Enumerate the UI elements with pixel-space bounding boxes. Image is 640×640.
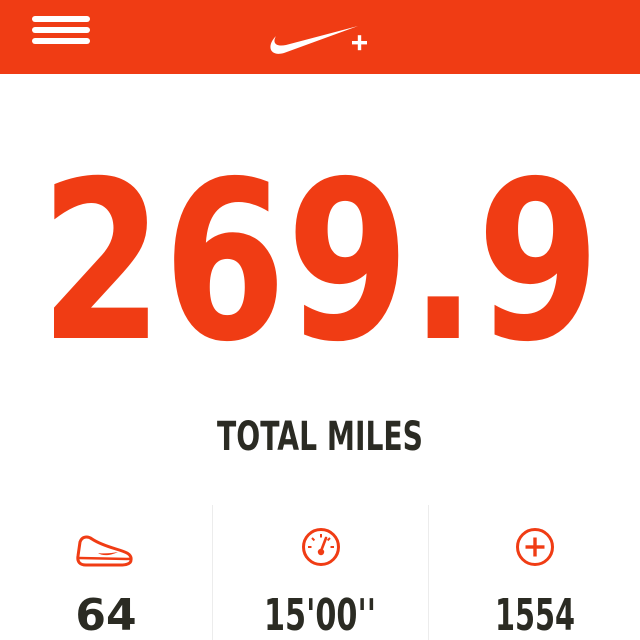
total-miles-label: TOTAL MILES (217, 414, 423, 460)
nike-plus-summary-screen: 269.9 TOTAL MILES 64 15'00'' 1554 (0, 0, 640, 640)
nike-fuel-plus-icon (515, 528, 554, 566)
nike-plus-logo (270, 26, 367, 54)
stat-pace[interactable]: 15'00'' (213, 518, 428, 640)
total-miles-text: TOTAL MILES (217, 414, 423, 460)
running-shoe-icon (76, 535, 133, 567)
hamburger-menu-icon (32, 16, 90, 22)
stat-runs-value: 64 (75, 590, 136, 640)
menu-button[interactable] (24, 10, 100, 50)
stat-fuel-value: 1554 (495, 590, 575, 640)
hamburger-menu-icon-bar (32, 27, 90, 33)
total-distance-number: 269.9 (40, 134, 600, 372)
app-header (0, 0, 640, 74)
stat-runs[interactable]: 64 (0, 518, 212, 640)
hamburger-menu-icon-bar (32, 38, 90, 44)
speedometer-icon (301, 528, 340, 566)
stat-fuel-value-wrap: 1554 (495, 590, 575, 640)
stat-pace-value-wrap: 15'00'' (264, 590, 376, 640)
stat-fuel[interactable]: 1554 (429, 518, 640, 640)
total-distance-value: 269.9 (40, 134, 600, 372)
stat-runs-value-wrap: 64 (75, 590, 136, 640)
stat-pace-value: 15'00'' (264, 590, 376, 640)
